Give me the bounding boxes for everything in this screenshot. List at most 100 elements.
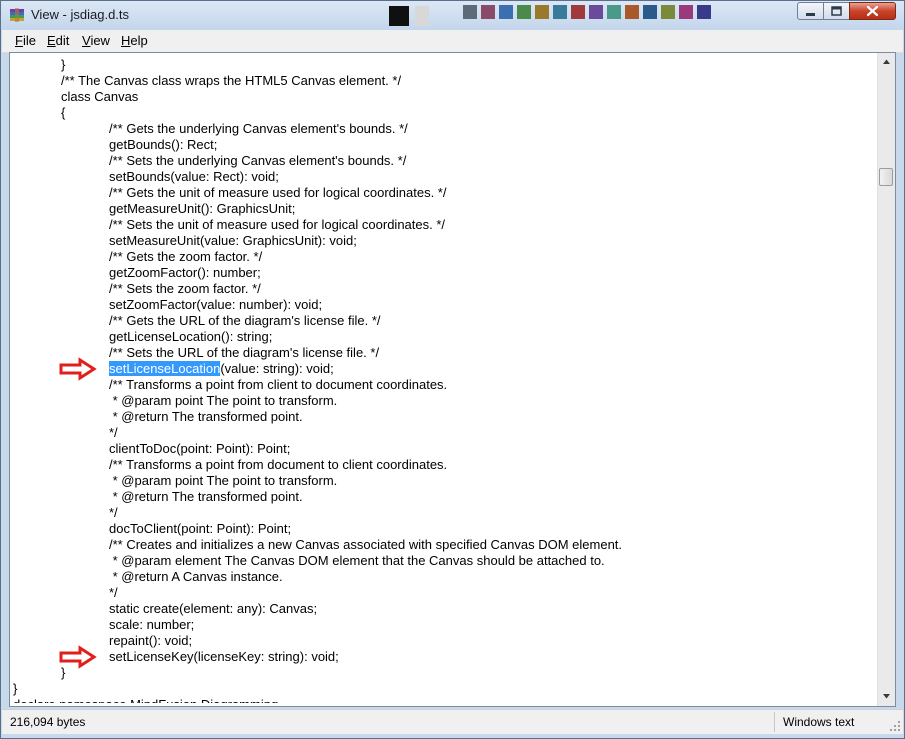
app-icon	[10, 8, 24, 22]
code-line[interactable]: setLicenseKey(licenseKey: string): void;	[109, 649, 339, 665]
code-line-text: /** Transforms a point from document to …	[109, 457, 448, 472]
code-line-text: }	[61, 57, 66, 72]
code-line[interactable]: /** Transforms a point from document to …	[109, 457, 447, 473]
code-line[interactable]: clientToDoc(point: Point): Point;	[109, 441, 290, 457]
code-line-text: setMeasureUnit(value: GraphicsUnit): voi…	[109, 233, 357, 248]
code-line[interactable]: getLicenseLocation(): string;	[109, 329, 272, 345]
scroll-down-icon[interactable]	[878, 688, 895, 705]
code-line-text: /** Gets the zoom factor. */	[109, 249, 263, 264]
close-button[interactable]	[849, 2, 896, 20]
code-line-text: * @param element The Canvas DOM element …	[109, 553, 605, 568]
code-line[interactable]: getMeasureUnit(): GraphicsUnit;	[109, 201, 295, 217]
code-line[interactable]: /** Creates and initializes a new Canvas…	[109, 537, 622, 553]
code-line[interactable]: setLicenseLocation(value: string): void;	[109, 361, 334, 377]
code-line-text: getMeasureUnit(): GraphicsUnit;	[109, 201, 296, 216]
menu-edit[interactable]: Edit	[47, 33, 69, 48]
code-line[interactable]: * @param element The Canvas DOM element …	[109, 553, 605, 569]
code-line-text: getLicenseLocation(): string;	[109, 329, 273, 344]
code-line-text: declare namespace MindFusion.Diagramming	[13, 697, 278, 703]
menu-view[interactable]: View	[82, 33, 110, 48]
menu-bar: File Edit View Help	[2, 30, 903, 53]
code-line-text: /** Sets the URL of the diagram's licens…	[109, 345, 380, 360]
scroll-up-icon[interactable]	[878, 53, 895, 70]
code-line[interactable]: getBounds(): Rect;	[109, 137, 217, 153]
code-line-text: }	[13, 681, 18, 696]
code-line[interactable]: * @param point The point to transform.	[109, 473, 338, 489]
maximize-button[interactable]	[823, 2, 850, 20]
code-line[interactable]: setMeasureUnit(value: GraphicsUnit): voi…	[109, 233, 357, 249]
code-line-text: /** Transforms a point from client to do…	[109, 377, 448, 392]
code-line[interactable]: * @return The transformed point.	[109, 409, 303, 425]
code-text[interactable]: }/** The Canvas class wraps the HTML5 Ca…	[10, 57, 880, 703]
code-line-text: * @return The transformed point.	[109, 409, 303, 424]
code-line-text: * @param point The point to transform.	[109, 393, 338, 408]
menu-file[interactable]: File	[15, 33, 36, 48]
text-view-area[interactable]: }/** The Canvas class wraps the HTML5 Ca…	[9, 52, 896, 707]
code-line-text: repaint(): void;	[109, 633, 193, 648]
code-line[interactable]: class Canvas	[61, 89, 138, 105]
encoding-status: Windows text	[783, 715, 855, 729]
minimize-button[interactable]	[797, 2, 824, 20]
code-line-text: setLicenseKey(licenseKey: string): void;	[109, 649, 339, 664]
selected-text[interactable]: setLicenseLocation	[109, 361, 221, 376]
code-line-text: */	[109, 585, 118, 600]
code-line-text: static create(element: any): Canvas;	[109, 601, 318, 616]
menu-help[interactable]: Help	[121, 33, 148, 48]
code-line[interactable]: /** Gets the unit of measure used for lo…	[109, 185, 446, 201]
code-line[interactable]: /** Sets the zoom factor. */	[109, 281, 261, 297]
code-line-text: /** Gets the underlying Canvas element's…	[109, 121, 408, 136]
code-line[interactable]: }	[61, 665, 65, 681]
code-line[interactable]: docToClient(point: Point): Point;	[109, 521, 291, 537]
code-line[interactable]: }	[13, 681, 17, 697]
file-size-status: 216,094 bytes	[10, 715, 86, 729]
code-line-text: }	[61, 665, 66, 680]
code-line[interactable]: /** Sets the URL of the diagram's licens…	[109, 345, 379, 361]
code-line[interactable]: /** Gets the zoom factor. */	[109, 249, 262, 265]
code-line[interactable]: /** Gets the URL of the diagram's licens…	[109, 313, 381, 329]
code-line[interactable]: {	[61, 105, 65, 121]
code-line[interactable]: static create(element: any): Canvas;	[109, 601, 317, 617]
code-line[interactable]: /** Gets the underlying Canvas element's…	[109, 121, 408, 137]
code-line-text: /** Creates and initializes a new Canvas…	[109, 537, 623, 552]
code-line-text: clientToDoc(point: Point): Point;	[109, 441, 291, 456]
code-line[interactable]: /** Transforms a point from client to do…	[109, 377, 447, 393]
code-line[interactable]: * @param point The point to transform.	[109, 393, 338, 409]
code-line-text: setBounds(value: Rect): void;	[109, 169, 279, 184]
code-line-text: /** The Canvas class wraps the HTML5 Can…	[61, 73, 402, 88]
code-line-text: (value: string): void;	[220, 361, 334, 376]
title-bar[interactable]: View - jsdiag.d.ts	[1, 1, 904, 30]
red-arrow-icon	[59, 357, 97, 381]
code-line[interactable]: /** Sets the underlying Canvas element's…	[109, 153, 406, 169]
resize-grip-icon[interactable]	[889, 720, 901, 732]
code-line-text: */	[109, 425, 118, 440]
code-line[interactable]: */	[109, 505, 118, 521]
status-bar: 216,094 bytes Windows text	[2, 709, 903, 734]
code-line[interactable]: declare namespace MindFusion.Diagramming	[13, 697, 278, 703]
code-line[interactable]: */	[109, 425, 118, 441]
code-line-text: /** Sets the zoom factor. */	[109, 281, 261, 296]
code-line-text: /** Gets the URL of the diagram's licens…	[109, 313, 381, 328]
scrollbar-thumb[interactable]	[879, 168, 893, 186]
code-line[interactable]: }	[61, 57, 65, 73]
minimize-icon	[806, 13, 815, 16]
code-line-text: /** Sets the unit of measure used for lo…	[109, 217, 446, 232]
window-title: View - jsdiag.d.ts	[31, 7, 130, 22]
code-line[interactable]: repaint(): void;	[109, 633, 192, 649]
code-line[interactable]: getZoomFactor(): number;	[109, 265, 261, 281]
code-line[interactable]: */	[109, 585, 118, 601]
code-line[interactable]: * @return The transformed point.	[109, 489, 303, 505]
code-line-text: * @return The transformed point.	[109, 489, 303, 504]
taskbar-thumbnail-icons	[389, 5, 711, 26]
code-line[interactable]: setZoomFactor(value: number): void;	[109, 297, 322, 313]
code-line-text: scale: number;	[109, 617, 195, 632]
code-line-text: {	[61, 105, 66, 120]
code-line[interactable]: /** The Canvas class wraps the HTML5 Can…	[61, 73, 401, 89]
status-divider	[774, 712, 775, 732]
code-line-text: * @return A Canvas instance.	[109, 569, 283, 584]
code-line[interactable]: * @return A Canvas instance.	[109, 569, 283, 585]
code-line-text: class Canvas	[61, 89, 139, 104]
code-line[interactable]: setBounds(value: Rect): void;	[109, 169, 279, 185]
vertical-scrollbar[interactable]	[877, 53, 895, 706]
code-line[interactable]: /** Sets the unit of measure used for lo…	[109, 217, 445, 233]
code-line[interactable]: scale: number;	[109, 617, 194, 633]
